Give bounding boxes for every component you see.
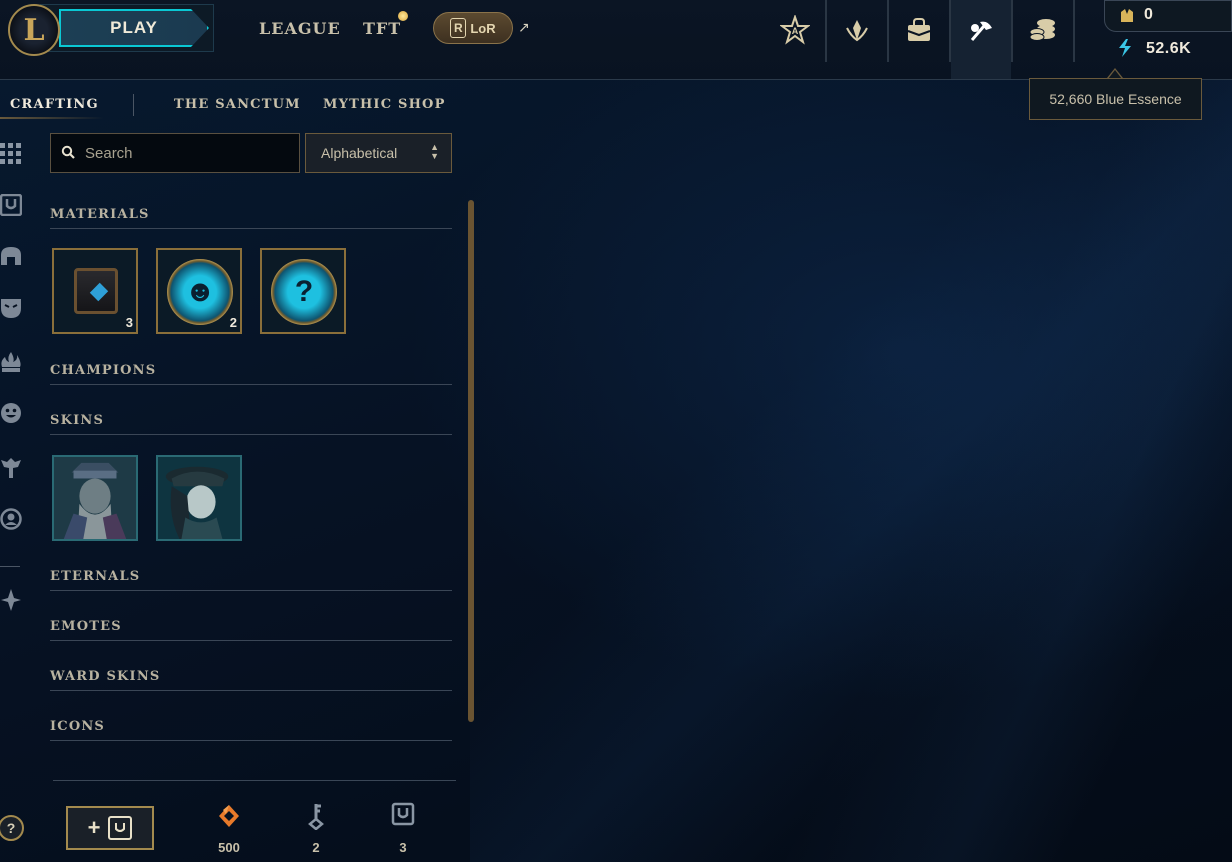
lor-logo-icon: R — [450, 18, 467, 38]
skin-shard-art — [54, 457, 136, 539]
blue-essence-value[interactable]: 52.6K — [1146, 40, 1191, 58]
chest-filter-icon[interactable] — [0, 193, 23, 218]
svg-text:A: A — [792, 26, 799, 36]
search-icon — [61, 145, 75, 162]
eternals-flame-icon[interactable] — [0, 351, 22, 375]
skin-mask-icon[interactable] — [0, 296, 22, 320]
hextech-chest-icon — [74, 268, 118, 314]
search-input[interactable] — [85, 144, 285, 162]
lor-button[interactable]: R LoR — [433, 12, 513, 44]
grid-all-icon[interactable] — [0, 142, 22, 166]
tab-separator — [133, 94, 134, 116]
lor-label: LoR — [470, 20, 496, 36]
section-champions[interactable]: CHAMPIONS — [50, 363, 452, 385]
orange-essence-count: 500 — [218, 840, 240, 855]
riot-points-value: 0 — [1144, 6, 1153, 23]
section-emotes[interactable]: EMOTES — [50, 619, 452, 641]
section-skins[interactable]: SKINS — [50, 413, 452, 435]
chest-count-icon — [388, 802, 418, 832]
keys-count: 2 — [312, 840, 320, 855]
store-icon[interactable] — [889, 0, 949, 60]
currency-icon[interactable] — [1013, 0, 1073, 60]
nav-separator — [1073, 0, 1075, 62]
tab-active-underline — [0, 117, 104, 119]
updown-chevron-icon: ▲ ▼ — [430, 142, 439, 161]
search-box[interactable] — [50, 133, 300, 173]
skin-shard-tile-2[interactable] — [156, 455, 242, 541]
tab-crafting[interactable]: CRAFTING — [10, 97, 99, 112]
item-count: 3 — [125, 315, 133, 330]
tft-pass-icon[interactable]: A — [765, 0, 825, 60]
tab-mythic-shop[interactable]: MYTHIC SHOP — [323, 97, 446, 112]
sort-dropdown-value: Alphabetical — [321, 145, 398, 161]
emote-orb-icon: ☻ — [167, 259, 233, 325]
nav-link-tft[interactable]: TFT — [363, 19, 401, 38]
section-eternals[interactable]: ETERNALS — [50, 569, 452, 591]
item-count: 2 — [229, 315, 237, 330]
top-nav: PLAY L LEAGUE TFT R LoR ↗ A 0 52.6K — [0, 0, 1232, 80]
play-button[interactable]: PLAY — [59, 9, 209, 47]
footer-divider — [53, 780, 456, 781]
material-tile-emote-orb[interactable]: ☻ 2 — [156, 248, 242, 334]
skin-shard-art — [158, 457, 240, 539]
section-icons[interactable]: ICONS — [50, 719, 452, 741]
plus-label: + — [87, 815, 101, 840]
league-logo[interactable]: L — [8, 4, 60, 56]
chest-icon — [108, 816, 133, 840]
emote-face-icon[interactable] — [0, 402, 22, 426]
section-ward-skins[interactable]: WARD SKINS — [50, 669, 452, 691]
sort-dropdown[interactable]: Alphabetical ▲ ▼ — [305, 133, 452, 173]
mystery-orb-icon: ? — [271, 259, 337, 325]
scrollbar-thumb[interactable] — [468, 200, 474, 722]
orange-essence-icon — [214, 804, 244, 834]
ward-skin-icon[interactable] — [0, 456, 22, 480]
tft-filter-icon[interactable] — [0, 588, 22, 612]
key-icon — [301, 802, 331, 836]
chests-count: 3 — [399, 840, 407, 855]
material-tile-mystery-orb[interactable]: ? — [260, 248, 346, 334]
rail-separator — [0, 566, 20, 567]
riot-points-icon — [1117, 6, 1137, 26]
section-materials[interactable]: MATERIALS — [50, 207, 452, 229]
background-streak — [470, 80, 1232, 862]
ranked-icon[interactable] — [827, 0, 887, 60]
add-chest-button[interactable]: + — [66, 806, 154, 850]
skin-shard-tile-1[interactable] — [52, 455, 138, 541]
play-button-frame: PLAY — [40, 4, 214, 52]
profile-icon-filter-icon[interactable] — [0, 508, 22, 532]
tft-notification-dot — [398, 11, 408, 21]
nav-link-league[interactable]: LEAGUE — [259, 19, 341, 38]
champion-helmet-icon[interactable] — [0, 245, 22, 269]
tab-the-sanctum[interactable]: THE SANCTUM — [174, 97, 301, 112]
loot-crafting-icon[interactable] — [951, 0, 1011, 79]
material-tile-hextech-chest[interactable]: 3 — [52, 248, 138, 334]
external-link-icon: ↗ — [518, 19, 530, 35]
blue-essence-icon[interactable] — [1116, 38, 1134, 63]
blue-essence-tooltip: 52,660 Blue Essence — [1029, 78, 1202, 120]
